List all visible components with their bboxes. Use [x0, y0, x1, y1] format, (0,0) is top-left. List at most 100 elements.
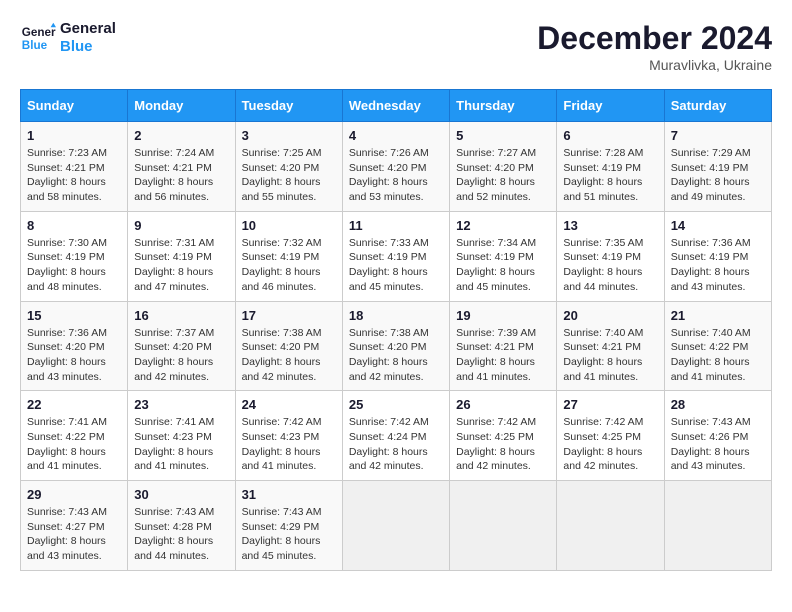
day-number: 25 [349, 397, 443, 412]
day-number: 12 [456, 218, 550, 233]
page-header: General Blue General Blue December 2024 … [20, 20, 772, 73]
day-detail: Sunrise: 7:31 AMSunset: 4:19 PMDaylight:… [134, 236, 228, 295]
day-detail: Sunrise: 7:41 AMSunset: 4:22 PMDaylight:… [27, 415, 121, 474]
day-number: 19 [456, 308, 550, 323]
day-number: 22 [27, 397, 121, 412]
month-title: December 2024 [537, 20, 772, 57]
day-number: 4 [349, 128, 443, 143]
day-number: 11 [349, 218, 443, 233]
logo-icon: General Blue [20, 20, 56, 56]
logo-text-blue: Blue [60, 38, 116, 56]
day-cell: 14Sunrise: 7:36 AMSunset: 4:19 PMDayligh… [664, 211, 771, 301]
day-cell: 1Sunrise: 7:23 AMSunset: 4:21 PMDaylight… [21, 122, 128, 212]
day-number: 16 [134, 308, 228, 323]
weekday-tuesday: Tuesday [235, 90, 342, 122]
day-number: 17 [242, 308, 336, 323]
day-detail: Sunrise: 7:43 AMSunset: 4:29 PMDaylight:… [242, 505, 336, 564]
day-cell: 15Sunrise: 7:36 AMSunset: 4:20 PMDayligh… [21, 301, 128, 391]
day-cell: 21 Sunrise: 7:40 AMSunset: 4:22 PMDayligh… [664, 301, 771, 391]
day-cell [342, 481, 449, 571]
day-cell: 22 Sunrise: 7:41 AMSunset: 4:22 PMDayligh… [21, 391, 128, 481]
day-cell: 29 Sunrise: 7:43 AMSunset: 4:27 PMDayligh… [21, 481, 128, 571]
day-cell [557, 481, 664, 571]
week-row-5: 29 Sunrise: 7:43 AMSunset: 4:27 PMDayligh… [21, 481, 772, 571]
day-number: 30 [134, 487, 228, 502]
day-cell: 20Sunrise: 7:40 AMSunset: 4:21 PMDayligh… [557, 301, 664, 391]
weekday-sunday: Sunday [21, 90, 128, 122]
day-cell: 3 Sunrise: 7:25 AMSunset: 4:20 PMDaylight… [235, 122, 342, 212]
week-row-4: 22 Sunrise: 7:41 AMSunset: 4:22 PMDayligh… [21, 391, 772, 481]
day-cell: 9 Sunrise: 7:31 AMSunset: 4:19 PMDaylight… [128, 211, 235, 301]
day-detail: Sunrise: 7:39 AMSunset: 4:21 PMDaylight:… [456, 326, 550, 385]
day-detail: Sunrise: 7:36 AMSunset: 4:19 PMDaylight:… [671, 236, 765, 295]
day-detail: Sunrise: 7:27 AMSunset: 4:20 PMDaylight:… [456, 146, 550, 205]
day-cell: 16Sunrise: 7:37 AMSunset: 4:20 PMDayligh… [128, 301, 235, 391]
day-number: 29 [27, 487, 121, 502]
day-detail: Sunrise: 7:43 AMSunset: 4:27 PMDaylight:… [27, 505, 121, 564]
day-detail: Sunrise: 7:24 AMSunset: 4:21 PMDaylight:… [134, 146, 228, 205]
day-number: 27 [563, 397, 657, 412]
weekday-header-row: SundayMondayTuesdayWednesdayThursdayFrid… [21, 90, 772, 122]
day-number: 9 [134, 218, 228, 233]
week-row-2: 8 Sunrise: 7:30 AMSunset: 4:19 PMDaylight… [21, 211, 772, 301]
day-cell [664, 481, 771, 571]
day-detail: Sunrise: 7:42 AMSunset: 4:24 PMDaylight:… [349, 415, 443, 474]
day-cell: 30Sunrise: 7:43 AMSunset: 4:28 PMDayligh… [128, 481, 235, 571]
logo: General Blue General Blue [20, 20, 116, 56]
day-detail: Sunrise: 7:34 AMSunset: 4:19 PMDaylight:… [456, 236, 550, 295]
day-cell: 17 Sunrise: 7:38 AMSunset: 4:20 PMDayligh… [235, 301, 342, 391]
day-number: 10 [242, 218, 336, 233]
day-detail: Sunrise: 7:29 AMSunset: 4:19 PMDaylight:… [671, 146, 765, 205]
calendar-body: 1Sunrise: 7:23 AMSunset: 4:21 PMDaylight… [21, 122, 772, 571]
day-detail: Sunrise: 7:23 AMSunset: 4:21 PMDaylight:… [27, 146, 121, 205]
day-number: 23 [134, 397, 228, 412]
day-cell: 10 Sunrise: 7:32 AMSunset: 4:19 PMDayligh… [235, 211, 342, 301]
day-cell: 19 Sunrise: 7:39 AMSunset: 4:21 PMDayligh… [450, 301, 557, 391]
day-cell: 2 Sunrise: 7:24 AMSunset: 4:21 PMDaylight… [128, 122, 235, 212]
day-cell: 12 Sunrise: 7:34 AMSunset: 4:19 PMDayligh… [450, 211, 557, 301]
day-cell: 18 Sunrise: 7:38 AMSunset: 4:20 PMDayligh… [342, 301, 449, 391]
day-number: 13 [563, 218, 657, 233]
day-number: 24 [242, 397, 336, 412]
weekday-thursday: Thursday [450, 90, 557, 122]
day-number: 2 [134, 128, 228, 143]
weekday-wednesday: Wednesday [342, 90, 449, 122]
day-detail: Sunrise: 7:25 AMSunset: 4:20 PMDaylight:… [242, 146, 336, 205]
day-cell [450, 481, 557, 571]
day-detail: Sunrise: 7:35 AMSunset: 4:19 PMDaylight:… [563, 236, 657, 295]
day-number: 8 [27, 218, 121, 233]
calendar-table: SundayMondayTuesdayWednesdayThursdayFrid… [20, 89, 772, 571]
day-number: 7 [671, 128, 765, 143]
day-number: 6 [563, 128, 657, 143]
svg-text:Blue: Blue [22, 39, 48, 52]
weekday-saturday: Saturday [664, 90, 771, 122]
day-number: 18 [349, 308, 443, 323]
day-cell: 13 Sunrise: 7:35 AMSunset: 4:19 PMDayligh… [557, 211, 664, 301]
day-number: 3 [242, 128, 336, 143]
day-detail: Sunrise: 7:38 AMSunset: 4:20 PMDaylight:… [242, 326, 336, 385]
day-detail: Sunrise: 7:30 AMSunset: 4:19 PMDaylight:… [27, 236, 121, 295]
day-number: 28 [671, 397, 765, 412]
day-detail: Sunrise: 7:32 AMSunset: 4:19 PMDaylight:… [242, 236, 336, 295]
day-number: 26 [456, 397, 550, 412]
weekday-friday: Friday [557, 90, 664, 122]
day-number: 15 [27, 308, 121, 323]
logo-text-general: General [60, 20, 116, 38]
day-cell: 7 Sunrise: 7:29 AMSunset: 4:19 PMDaylight… [664, 122, 771, 212]
day-cell: 26 Sunrise: 7:42 AMSunset: 4:25 PMDayligh… [450, 391, 557, 481]
day-number: 31 [242, 487, 336, 502]
day-cell: 27 Sunrise: 7:42 AMSunset: 4:25 PMDayligh… [557, 391, 664, 481]
day-detail: Sunrise: 7:38 AMSunset: 4:20 PMDaylight:… [349, 326, 443, 385]
day-cell: 6Sunrise: 7:28 AMSunset: 4:19 PMDaylight… [557, 122, 664, 212]
svg-text:General: General [22, 26, 56, 39]
location-subtitle: Muravlivka, Ukraine [537, 57, 772, 73]
day-detail: Sunrise: 7:42 AMSunset: 4:23 PMDaylight:… [242, 415, 336, 474]
day-cell: 28Sunrise: 7:43 AMSunset: 4:26 PMDayligh… [664, 391, 771, 481]
day-cell: 25 Sunrise: 7:42 AMSunset: 4:24 PMDayligh… [342, 391, 449, 481]
weekday-monday: Monday [128, 90, 235, 122]
day-detail: Sunrise: 7:42 AMSunset: 4:25 PMDaylight:… [456, 415, 550, 474]
day-number: 20 [563, 308, 657, 323]
day-detail: Sunrise: 7:42 AMSunset: 4:25 PMDaylight:… [563, 415, 657, 474]
day-detail: Sunrise: 7:40 AMSunset: 4:22 PMDaylight:… [671, 326, 765, 385]
day-number: 21 [671, 308, 765, 323]
